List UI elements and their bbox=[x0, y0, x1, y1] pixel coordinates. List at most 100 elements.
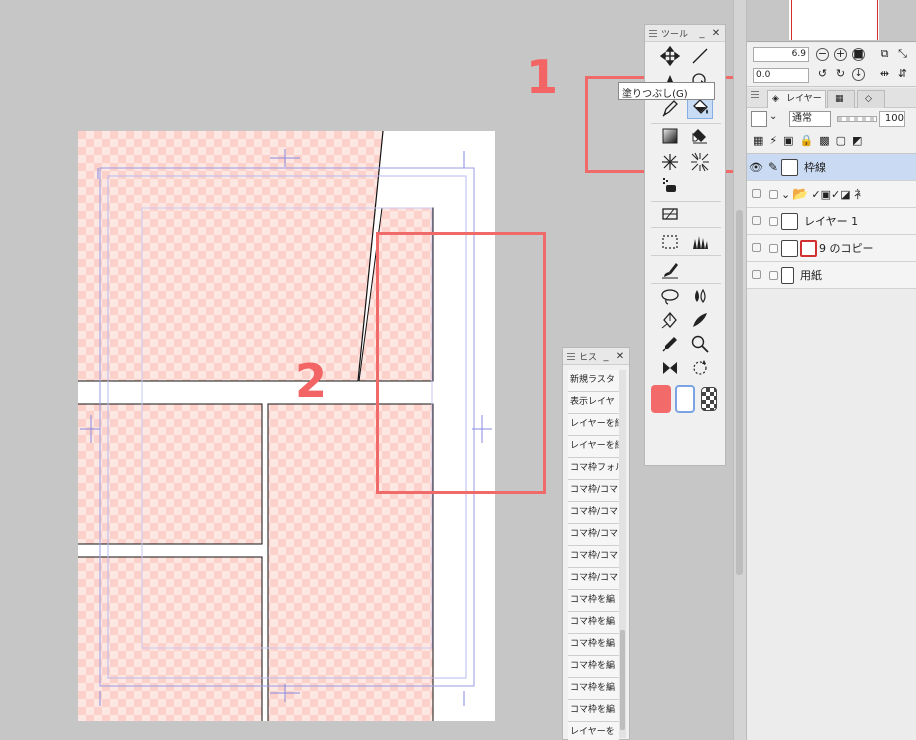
sparkle-tool[interactable] bbox=[657, 151, 683, 173]
text-tool[interactable] bbox=[657, 175, 683, 197]
lasso-tool[interactable] bbox=[657, 285, 683, 307]
opacity-value[interactable]: 100 bbox=[879, 111, 905, 127]
fit-width-icon[interactable]: ⤡ bbox=[896, 48, 909, 61]
main-color-well[interactable] bbox=[651, 385, 671, 413]
tab-layer-property[interactable]: ▦ bbox=[827, 90, 855, 108]
effect-line-tool[interactable] bbox=[687, 151, 713, 173]
layer-search-icon: ◇ bbox=[865, 94, 872, 104]
history-item[interactable]: コマ枠/コマ bbox=[568, 568, 619, 590]
rotate-left-icon[interactable]: ↺ bbox=[816, 68, 829, 81]
bow-icon bbox=[663, 362, 677, 374]
layer-color-icon[interactable] bbox=[751, 111, 767, 127]
visibility-toggle[interactable] bbox=[747, 188, 765, 201]
history-item[interactable]: コマ枠を編 bbox=[568, 590, 619, 612]
fill-tool-tooltip: 塗りつぶし(G) bbox=[618, 82, 715, 100]
history-item[interactable]: コマ枠/コマ bbox=[568, 502, 619, 524]
history-item[interactable]: コマ枠を編 bbox=[568, 634, 619, 656]
magnifier-icon bbox=[691, 335, 709, 353]
tab-layer[interactable]: ◈ レイヤー bbox=[767, 90, 826, 108]
sub-color-well[interactable] bbox=[675, 385, 695, 413]
history-item[interactable]: コマ枠/コマ bbox=[568, 480, 619, 502]
minimize-icon[interactable]: _ bbox=[601, 351, 611, 362]
pen-tool[interactable] bbox=[657, 97, 683, 119]
line-tool[interactable] bbox=[687, 45, 713, 67]
history-item[interactable]: コマ枠を編 bbox=[568, 678, 619, 700]
history-scrollbar[interactable] bbox=[619, 370, 626, 738]
right-dock: 6.9 − + ■ ⧉ ⤡ 0.0 ↺ ↻ ↓ ⇹ ⇵ ◈ レイヤー ▦ ◇ ⌄… bbox=[747, 0, 916, 740]
layer-row[interactable]: 9 のコピー bbox=[747, 235, 916, 262]
history-item[interactable]: レイヤーを bbox=[568, 722, 619, 740]
flip-vertical-icon[interactable]: ⇵ bbox=[896, 68, 909, 81]
layer-row[interactable]: 👁 ✎ 枠線 bbox=[747, 154, 916, 181]
rotate-right-icon[interactable]: ↻ bbox=[834, 68, 847, 81]
chevron-down-icon[interactable]: ⌄ bbox=[781, 188, 790, 201]
navigator-controls: 6.9 − + ■ ⧉ ⤡ 0.0 ↺ ↻ ↓ ⇹ ⇵ bbox=[747, 43, 916, 87]
airbrush-tool[interactable] bbox=[687, 309, 713, 331]
layer-lock-icons[interactable]: ▦⚡▣🔒▩▢◩ bbox=[753, 134, 868, 147]
history-item[interactable]: 表示レイヤ bbox=[568, 392, 619, 414]
rotate-slider[interactable]: 0.0 bbox=[753, 68, 809, 83]
blend-mode-select[interactable]: 通常 bbox=[789, 111, 831, 127]
tool-panel-header[interactable]: ツール _ ✕ bbox=[645, 25, 725, 42]
vector-pen-tool[interactable] bbox=[657, 309, 683, 331]
navigator-preview[interactable] bbox=[747, 0, 916, 42]
visibility-toggle[interactable] bbox=[747, 242, 765, 255]
eyedropper-tool[interactable] bbox=[657, 333, 683, 355]
opacity-slider[interactable] bbox=[837, 116, 877, 122]
minimize-icon[interactable]: _ bbox=[697, 28, 707, 39]
history-item[interactable]: レイヤーを結 bbox=[568, 414, 619, 436]
paint-bucket-icon bbox=[693, 99, 708, 114]
chevron-down-icon[interactable]: ⌄ bbox=[769, 111, 777, 122]
grip-icon[interactable] bbox=[649, 29, 657, 37]
eye-icon[interactable]: 👁 bbox=[747, 161, 765, 174]
history-item[interactable]: コマ枠を編 bbox=[568, 612, 619, 634]
history-item[interactable]: コマ枠フォル bbox=[568, 458, 619, 480]
correction-tool[interactable] bbox=[657, 357, 683, 379]
blend-tool[interactable] bbox=[687, 285, 713, 307]
rotate-tool[interactable] bbox=[687, 357, 713, 379]
history-item[interactable]: コマ枠/コマ bbox=[568, 546, 619, 568]
grip-icon[interactable] bbox=[567, 352, 575, 360]
ruler-tool[interactable] bbox=[657, 203, 683, 225]
zoom-in-icon[interactable]: + bbox=[834, 48, 847, 61]
history-item[interactable]: コマ枠/コマ bbox=[568, 524, 619, 546]
reset-rotation-icon[interactable]: ↓ bbox=[852, 68, 865, 81]
lock-toggle[interactable] bbox=[765, 270, 781, 280]
grip-icon[interactable] bbox=[751, 91, 759, 98]
history-list: 新規ラスタ 表示レイヤ レイヤーを結 レイヤーを結 コマ枠フォル コマ枠/コマ … bbox=[568, 370, 619, 740]
visibility-toggle[interactable] bbox=[747, 215, 765, 228]
move-tool[interactable] bbox=[657, 45, 683, 67]
layer-thumbnail bbox=[781, 239, 798, 257]
history-panel-header[interactable]: ヒス _ ✕ bbox=[563, 348, 629, 365]
eraser-tool[interactable] bbox=[687, 125, 713, 147]
zoom-tool[interactable] bbox=[687, 333, 713, 355]
close-icon[interactable]: ✕ bbox=[711, 28, 721, 39]
lock-toggle[interactable] bbox=[765, 243, 781, 253]
zoom-slider[interactable]: 6.9 bbox=[753, 47, 809, 62]
history-item[interactable]: コマ枠を編 bbox=[568, 700, 619, 722]
fit-window-icon[interactable]: ⧉ bbox=[878, 48, 891, 61]
history-item[interactable]: レイヤーを結 bbox=[568, 436, 619, 458]
layer-row[interactable]: 用紙 bbox=[747, 262, 916, 289]
selection-tool[interactable] bbox=[657, 231, 683, 253]
dock-scrollbar[interactable] bbox=[736, 210, 743, 575]
tab-layer-search[interactable]: ◇ bbox=[857, 90, 885, 108]
layer-row[interactable]: ⌄ 📂 ✓▣✓◪ 衤 bbox=[747, 181, 916, 208]
transparent-color-well[interactable] bbox=[701, 387, 717, 411]
close-icon[interactable]: ✕ bbox=[615, 351, 625, 362]
lock-toggle[interactable] bbox=[765, 216, 781, 226]
layer-row[interactable]: レイヤー 1 bbox=[747, 208, 916, 235]
decoration-tool[interactable] bbox=[687, 231, 713, 253]
pen-icon[interactable]: ✎ bbox=[765, 160, 781, 174]
flip-horizontal-icon[interactable]: ⇹ bbox=[878, 68, 891, 81]
zoom-out-icon[interactable]: − bbox=[816, 48, 829, 61]
history-item[interactable]: コマ枠を編 bbox=[568, 656, 619, 678]
stop-icon[interactable]: ■ bbox=[852, 48, 865, 61]
fill-tool[interactable] bbox=[687, 97, 713, 119]
navigator-view-frame-left bbox=[791, 0, 792, 40]
visibility-toggle[interactable] bbox=[747, 269, 765, 282]
lock-toggle[interactable] bbox=[765, 189, 781, 199]
history-item[interactable]: 新規ラスタ bbox=[568, 370, 619, 392]
gradient-tool[interactable] bbox=[657, 125, 683, 147]
brush-tool[interactable] bbox=[657, 259, 683, 281]
